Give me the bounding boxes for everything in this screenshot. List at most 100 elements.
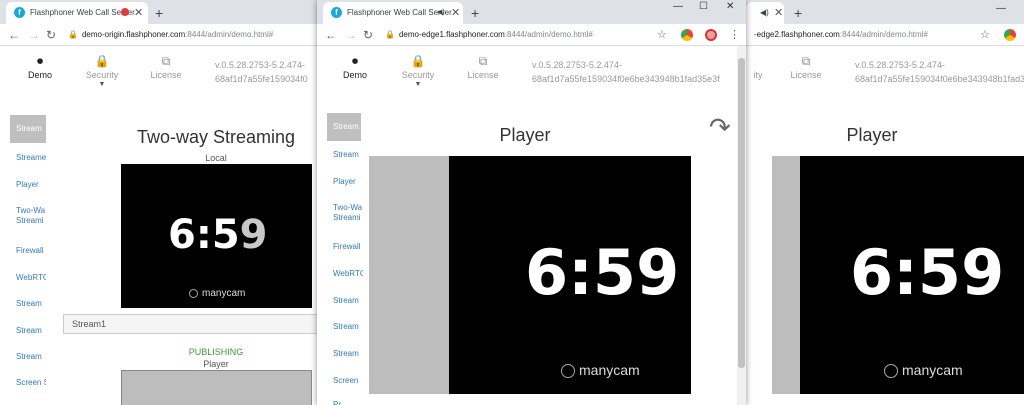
play-circle-icon: ⏺ [351,54,358,68]
sidebar-item[interactable]: Player [16,180,46,190]
sidebar-item-active[interactable]: Stream [10,115,46,143]
manycam-logo-icon [189,288,198,298]
reload-icon[interactable]: ↻ [363,26,373,44]
nav-demo-label: Demo [27,70,52,80]
player-label: Player [203,359,229,369]
sidebar-item[interactable]: Stream [16,352,46,362]
address-bar[interactable]: 🔒 demo-edge1.flashphoner.com:8444/admin/d… [385,26,635,44]
app-navbar: ity ⧉ License v.0.5.28.2753-5.2.474- 68a… [746,46,1024,108]
clock-digits: 6:5 [168,212,240,258]
nav-license[interactable]: ⧉ License [786,54,826,80]
recording-icon [121,8,129,16]
tab-close-icon[interactable]: ✕ [774,2,783,24]
url-host: demo-edge1.flashphoner.com [398,30,505,39]
nav-security-partial[interactable]: ity [748,70,768,80]
sidebar-item[interactable]: Stream [333,296,363,306]
sidebar-item[interactable]: Two-Wa Streami [333,203,363,223]
back-icon[interactable]: ← [8,26,20,44]
version-string: v.0.5.28.2753-5.2.474- 68af1d7a55fe15903… [215,60,308,84]
new-tab-button[interactable]: + [155,2,163,24]
favicon-icon: f [14,7,25,18]
stream-name-input[interactable]: Stream1 [63,314,318,334]
extension-icon[interactable] [681,29,693,41]
extension-icon[interactable] [1004,29,1016,41]
nav-security[interactable]: 🔒 Security ▼ [80,54,124,88]
clock-display: 6:59 [850,236,1005,309]
minimize-icon[interactable]: — [673,0,683,14]
tab-close-icon[interactable]: ✕ [134,2,143,24]
manycam-text: manycam [202,288,246,299]
app-navbar: ⏺ Demo 🔒 Security ▼ ⧉ License v.0.5.28.2… [0,46,318,108]
bookmark-star-icon[interactable]: ☆ [980,26,990,44]
browser-toolbar: ← → ↻ 🔒 demo-origin.flashphoner.com:8444/… [0,24,318,46]
caret-down-icon: ▼ [414,81,422,88]
forward-icon[interactable]: → [345,26,357,44]
share-arrow-icon[interactable]: ↷ [709,112,731,143]
address-bar[interactable]: 🔒 demo-origin.flashphoner.com:8444/admin/… [68,26,318,44]
url-path: :8444/admin/demo.html# [839,30,928,39]
local-video: 6:59 manycam [121,164,312,308]
tab-strip: f Flashphoner Web Call Server ◀) ✕ + — ☐… [317,0,746,24]
reload-icon[interactable]: ↻ [46,26,56,44]
sidebar-item[interactable]: Stream [16,326,46,336]
copy-icon: ⧉ [161,54,171,68]
minimize-icon[interactable]: — [996,2,1006,16]
close-window-icon[interactable]: ✕ [726,0,734,14]
tab-close-icon[interactable]: ✕ [451,2,460,24]
sidebar-item[interactable]: Stream [333,322,363,332]
nav-license-label: License [790,70,822,80]
sidebar-item[interactable]: WebRTC [333,269,363,279]
browser-tab[interactable]: ◀) ✕ [746,2,784,24]
sidebar-item[interactable]: Pr [333,400,363,405]
sidebar-item[interactable]: Stream [16,299,46,309]
page-scrollbar[interactable] [737,46,746,405]
sidebar-item[interactable]: WebRTC [16,273,46,283]
forward-icon[interactable]: → [28,26,40,44]
sidebar-item[interactable]: Stream [333,150,363,160]
sidebar-item[interactable]: Firewall [16,246,46,256]
video-side-pane [772,156,800,394]
new-tab-button[interactable]: + [471,2,479,24]
browser-tab[interactable]: f Flashphoner Web Call Server ✕ [6,2,148,24]
browser-window-edge1: f Flashphoner Web Call Server ◀) ✕ + — ☐… [317,0,746,405]
favicon-icon: f [331,7,342,18]
audio-icon: ◀) [760,8,769,17]
address-bar[interactable]: -edge2.flashphoner.com:8444/admin/demo.h… [754,26,964,44]
player-video: 6:59 manycam [772,156,1024,394]
url-path: :8444/admin/demo.html# [185,30,274,39]
browser-tab[interactable]: f Flashphoner Web Call Server ◀) ✕ [323,2,463,24]
nav-demo[interactable]: ⏺ Demo [335,54,375,80]
sidebar-item[interactable]: Streame [16,153,46,163]
bookmark-star-icon[interactable]: ☆ [657,26,667,44]
menu-kebab-icon[interactable]: ⋮ [729,26,740,44]
player-video: 6:59 manycam [369,156,691,394]
nav-license[interactable]: ⧉ License [463,54,503,80]
copy-icon: ⧉ [801,54,811,68]
nav-security[interactable]: 🔒 Security ▼ [396,54,440,88]
lock-icon: 🔒 [94,54,110,68]
sidebar-item[interactable]: Screen [333,376,363,386]
scrollbar-thumb[interactable] [738,58,745,368]
tab-strip: f Flashphoner Web Call Server ✕ + [0,0,318,24]
record-extension-icon[interactable] [705,29,717,41]
maximize-icon[interactable]: ☐ [699,0,708,14]
nav-license[interactable]: ⧉ License [146,54,186,80]
sidebar-item[interactable]: Two-Wa Streami [16,206,46,226]
tab-strip: ◀) ✕ + — [746,0,1024,24]
sidebar-item[interactable]: Player [333,177,363,187]
sidebar-item[interactable]: Stream [333,349,363,359]
nav-security-label: Security [85,70,119,80]
new-tab-button[interactable]: + [794,2,802,24]
sidebar-item[interactable]: Screen S [16,378,46,388]
page-title: Two-way Streaming [136,127,296,147]
manycam-text: manycam [579,362,640,378]
back-icon[interactable]: ← [325,26,337,44]
sidebar-item-active[interactable]: Stream [327,113,361,141]
sidebar-item[interactable]: Firewall [333,242,363,252]
url-path: :8444/admin/demo.html# [504,30,593,39]
app-navbar: ⏺ Demo 🔒 Security ▼ ⧉ License v.0.5.28.2… [317,46,746,108]
copy-icon: ⧉ [478,54,488,68]
nav-demo[interactable]: ⏺ Demo [20,54,60,80]
manycam-logo-icon [561,364,575,379]
version-string: v.0.5.28.2753-5.2.474- 68af1d7a55fe15903… [532,60,720,84]
